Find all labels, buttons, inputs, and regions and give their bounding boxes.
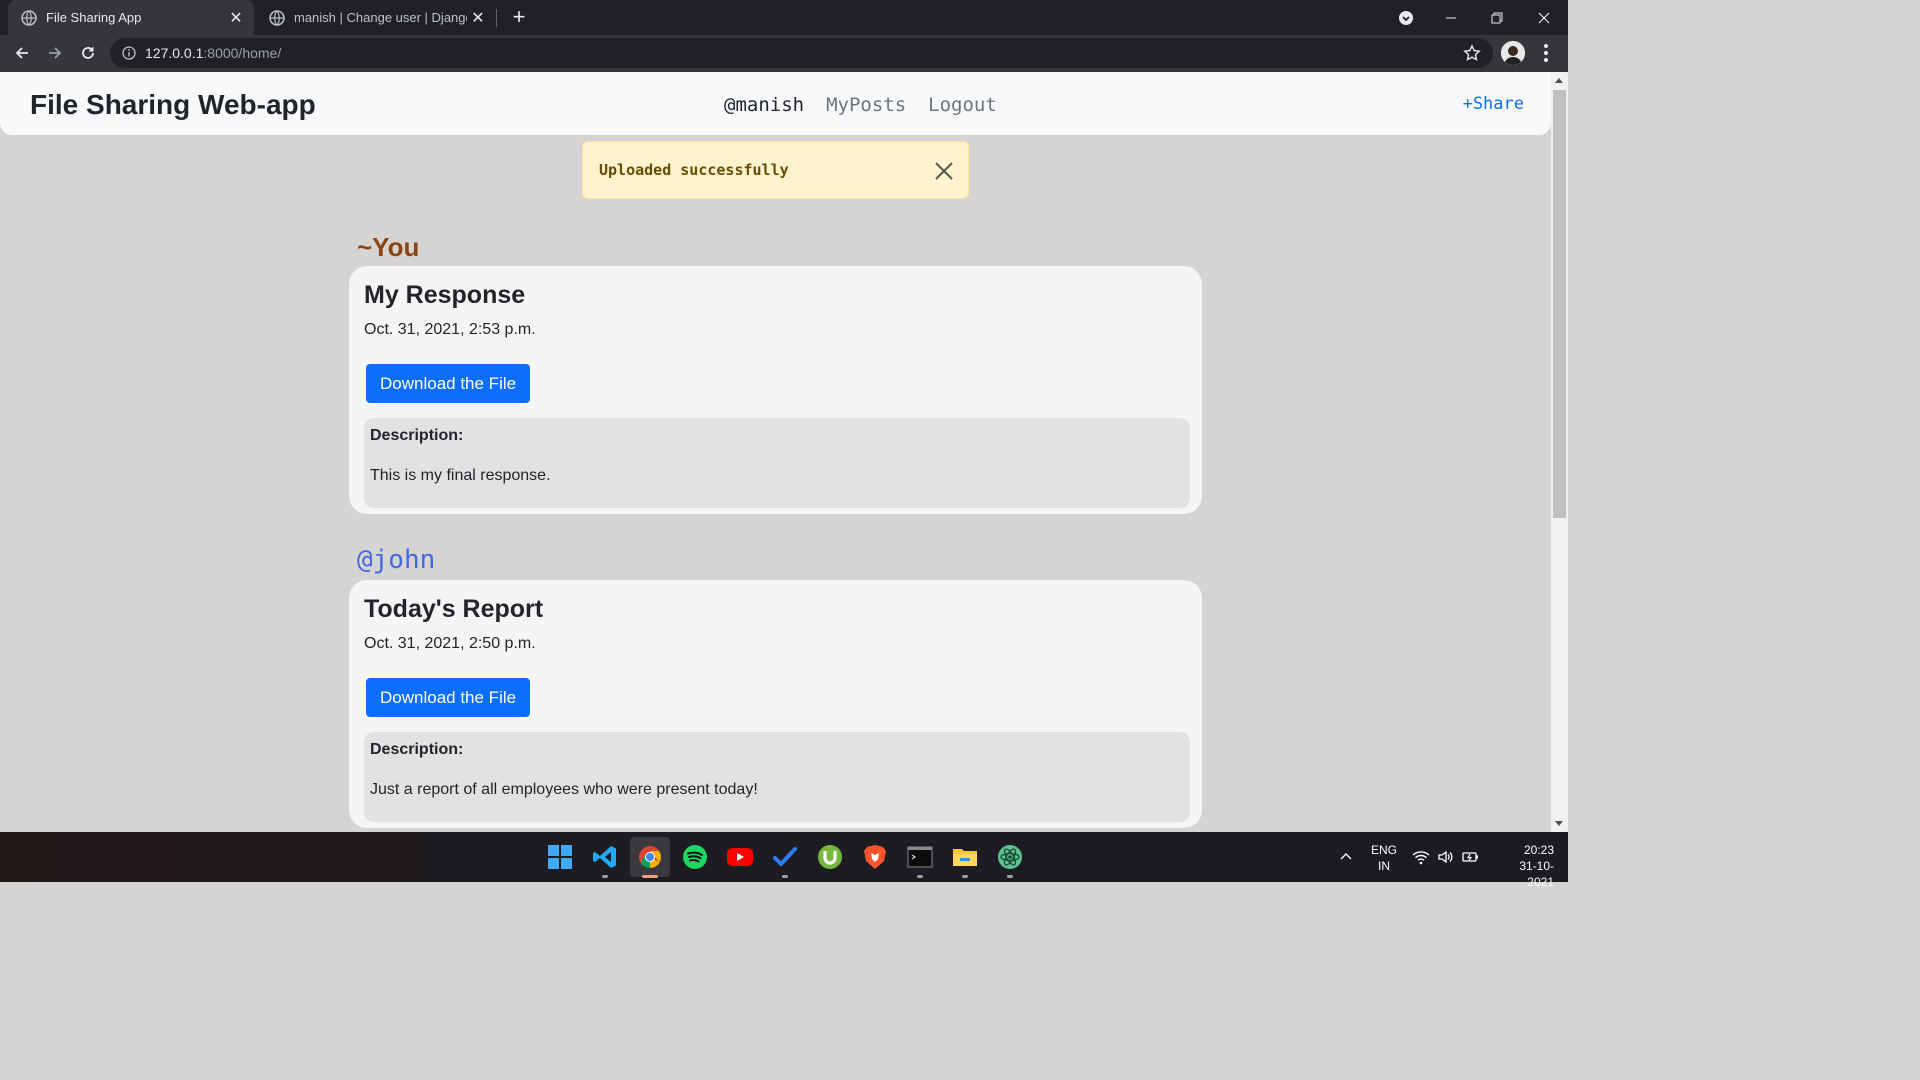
nav-username[interactable]: @manish <box>724 94 804 116</box>
browser-menu-icon[interactable] <box>1536 41 1556 65</box>
description-label: Description: <box>370 427 464 444</box>
new-tab-plus-icon[interactable]: + <box>507 5 531 29</box>
post-title: Today's Report <box>364 595 544 623</box>
nav-myposts-link[interactable]: MyPosts <box>826 94 906 116</box>
input-language[interactable]: ENG IN <box>1371 842 1397 874</box>
address-bar[interactable]: 127.0.0.1:8000/home/ <box>110 38 1493 68</box>
battery-charging-icon[interactable] <box>1462 832 1480 882</box>
wifi-icon[interactable] <box>1412 832 1430 882</box>
windows-taskbar: ENG IN 20:23 31-10-2021 <box>0 832 1568 889</box>
windows-start-icon[interactable] <box>545 842 575 872</box>
back-arrow-icon[interactable] <box>8 39 36 67</box>
vscode-icon[interactable] <box>590 842 620 872</box>
post-card: My Response Oct. 31, 2021, 2:53 p.m. Dow… <box>349 266 1202 514</box>
page-scrollbar[interactable] <box>1551 72 1568 832</box>
file-explorer-icon[interactable] <box>950 842 980 872</box>
url-host: 127.0.0.1 <box>145 45 204 61</box>
spotify-icon[interactable] <box>680 842 710 872</box>
tab-file-sharing-app[interactable]: File Sharing App ✕ <box>8 0 254 35</box>
globe-icon <box>269 9 285 26</box>
scrollbar-thumb[interactable] <box>1553 90 1566 518</box>
scroll-up-arrow-icon[interactable] <box>1555 78 1563 83</box>
url-text: 127.0.0.1:8000/home/ <box>145 45 281 61</box>
minimize-icon[interactable] <box>1428 0 1474 35</box>
tab-title: File Sharing App <box>46 10 142 25</box>
tab-separator <box>496 9 497 27</box>
show-hidden-icons-chevron-icon[interactable] <box>1338 832 1354 882</box>
tab-title: manish | Change user | Django si <box>294 10 467 25</box>
chrome-icon[interactable] <box>630 837 670 877</box>
brave-icon[interactable] <box>860 842 890 872</box>
volume-icon[interactable] <box>1437 832 1455 882</box>
nav-links: @manish MyPosts Logout <box>724 94 997 116</box>
nav-logout-link[interactable]: Logout <box>928 94 997 116</box>
post-date: Oct. 31, 2021, 2:50 p.m. <box>364 635 536 652</box>
post-author[interactable]: @john <box>357 545 435 575</box>
close-alert-icon[interactable] <box>934 161 954 181</box>
youtube-icon[interactable] <box>725 842 755 872</box>
clock-date: 31-10-2021 <box>1519 859 1554 889</box>
restore-icon[interactable] <box>1474 0 1520 35</box>
description-box: Description: Just a report of all employ… <box>364 732 1190 822</box>
alert-message: Uploaded successfully <box>599 161 789 179</box>
region-code: IN <box>1378 859 1390 873</box>
scroll-down-arrow-icon[interactable] <box>1555 821 1563 826</box>
site-info-icon[interactable] <box>122 46 136 60</box>
bookmark-star-icon[interactable] <box>1463 44 1481 62</box>
running-indicator <box>1007 875 1013 878</box>
running-indicator <box>917 875 923 878</box>
system-clock[interactable]: 20:23 31-10-2021 <box>1494 842 1554 890</box>
download-file-button[interactable]: Download the File <box>366 364 531 403</box>
post-date: Oct. 31, 2021, 2:53 p.m. <box>364 321 536 338</box>
terminal-icon[interactable] <box>905 842 935 872</box>
site-navbar: File Sharing Web-app @manish MyPosts Log… <box>0 72 1551 135</box>
profile-avatar[interactable] <box>1501 41 1525 65</box>
browser-tab-strip: File Sharing App ✕ manish | Change user … <box>0 0 1568 35</box>
active-indicator <box>642 875 658 878</box>
post-title: My Response <box>364 281 526 309</box>
close-window-icon[interactable] <box>1521 0 1567 35</box>
post-card: Today's Report Oct. 31, 2021, 2:50 p.m. … <box>349 580 1202 828</box>
page-viewport: File Sharing Web-app @manish MyPosts Log… <box>0 72 1551 832</box>
description-text: This is my final response. <box>370 467 551 484</box>
share-link[interactable]: +Share <box>1463 94 1524 114</box>
browser-toolbar: 127.0.0.1:8000/home/ <box>0 35 1568 72</box>
forward-arrow-icon[interactable] <box>41 39 69 67</box>
reload-icon[interactable] <box>74 39 102 67</box>
globe-icon <box>21 9 37 26</box>
description-label: Description: <box>370 741 464 758</box>
tab-django-admin[interactable]: manish | Change user | Django si ✕ <box>256 0 496 35</box>
language-code: ENG <box>1371 843 1398 857</box>
close-tab-icon[interactable]: ✕ <box>467 7 489 29</box>
description-text: Just a report of all employees who were … <box>370 781 758 798</box>
utorrent-icon[interactable] <box>815 842 845 872</box>
tab-search-icon[interactable] <box>1394 6 1418 30</box>
url-path: :8000/home/ <box>203 45 282 61</box>
description-box: Description: This is my final response. <box>364 418 1190 508</box>
clock-time: 20:23 <box>1523 843 1554 857</box>
site-brand[interactable]: File Sharing Web-app <box>30 89 316 121</box>
todo-icon[interactable] <box>770 842 800 872</box>
atom-icon[interactable] <box>995 842 1025 872</box>
success-alert: Uploaded successfully <box>582 141 969 199</box>
running-indicator <box>782 875 788 878</box>
post-author: ~You <box>357 232 420 262</box>
download-file-button[interactable]: Download the File <box>366 678 531 717</box>
running-indicator <box>962 875 968 878</box>
close-tab-icon[interactable]: ✕ <box>225 7 247 29</box>
running-indicator <box>602 875 608 878</box>
